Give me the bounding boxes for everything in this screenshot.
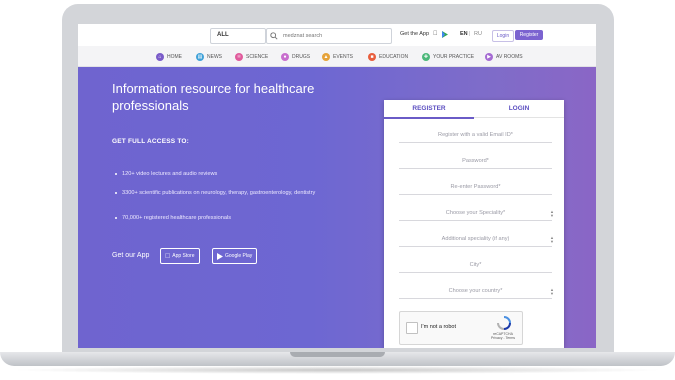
lang-en[interactable]: EN bbox=[460, 31, 468, 37]
nav-item-label: AV ROOMS bbox=[496, 53, 523, 60]
nav-item-label: HOME bbox=[167, 53, 182, 60]
nav-item-av-rooms[interactable]: ▶ AV ROOMS bbox=[485, 52, 523, 61]
country-select[interactable]: Choose your country* ▲ ▼ bbox=[399, 284, 554, 299]
register-button[interactable]: Register bbox=[515, 30, 543, 40]
nav-item-science[interactable]: ⚛ SCIENCE bbox=[235, 52, 268, 61]
hero-title: Information resource for healthcare prof… bbox=[112, 81, 315, 113]
nav-item-label: NEWS bbox=[207, 53, 222, 60]
app-store-label: App Store bbox=[167, 253, 194, 259]
science-icon: ⚛ bbox=[235, 52, 243, 61]
search-category-value: ALL bbox=[217, 32, 229, 38]
home-icon: ⌂ bbox=[156, 52, 164, 61]
confirm-password-field[interactable]: Re-enter Password* bbox=[399, 180, 552, 195]
country-placeholder: Choose your country* bbox=[448, 288, 503, 294]
recaptcha-icon bbox=[497, 316, 511, 330]
login-button[interactable]: Login bbox=[492, 30, 514, 42]
top-bar: ALL Get the App  EN | RU Login Register bbox=[78, 24, 596, 47]
list-item: 120+ video lectures and audio reviews bbox=[115, 170, 382, 178]
recaptcha-links[interactable]: Privacy - Terms bbox=[488, 336, 518, 340]
select-arrows-icon: ▲ ▼ bbox=[550, 235, 554, 244]
lang-ru[interactable]: RU bbox=[474, 31, 482, 37]
app-store-badge[interactable]:  App Store bbox=[160, 248, 200, 264]
drugs-icon: ● bbox=[281, 52, 289, 61]
nav-item-label: YOUR PRACTICE bbox=[433, 53, 475, 60]
google-play-icon bbox=[217, 252, 223, 260]
nav-item-drugs[interactable]: ● DRUGS bbox=[281, 52, 310, 61]
email-placeholder: Register with a valid Email ID* bbox=[438, 132, 513, 138]
lang-separator: | bbox=[469, 31, 471, 37]
select-arrows-icon: ▲ ▼ bbox=[550, 287, 554, 296]
speciality-placeholder: Choose your Speciality* bbox=[445, 210, 506, 216]
nav-item-news[interactable]: ▤ NEWS bbox=[196, 52, 222, 61]
main-nav: ⌂ HOME ▤ NEWS ⚛ SCIENCE ● DRUGS ▲ EVENTS… bbox=[78, 46, 596, 67]
password-field[interactable]: Password* bbox=[399, 154, 552, 169]
recaptcha-checkbox[interactable] bbox=[406, 322, 418, 334]
google-play-label: Google Play bbox=[225, 253, 253, 259]
recaptcha-widget: I'm not a robot reCAPTCHA Privacy - Term… bbox=[399, 311, 523, 345]
nav-item-label: DRUGS bbox=[292, 53, 311, 60]
search-category-select[interactable]: ALL bbox=[210, 28, 266, 44]
additional-speciality-select[interactable]: Additional speciality (if any) ▲ ▼ bbox=[399, 232, 554, 247]
city-placeholder: City* bbox=[469, 262, 482, 268]
practice-icon: ✚ bbox=[422, 52, 430, 61]
education-icon: ■ bbox=[368, 52, 376, 61]
events-icon: ▲ bbox=[322, 52, 330, 61]
recaptcha-label: I'm not a robot bbox=[421, 324, 456, 330]
nav-item-education[interactable]: ■ EDUCATION bbox=[368, 52, 408, 61]
search-icon bbox=[270, 32, 278, 40]
laptop-screen: ALL Get the App  EN | RU Login Register… bbox=[78, 24, 596, 348]
confirm-password-placeholder: Re-enter Password* bbox=[450, 184, 501, 190]
av-rooms-icon: ▶ bbox=[485, 52, 493, 61]
registration-form: REGISTER LOGIN Register with a valid Ema… bbox=[384, 100, 564, 348]
access-title: GET FULL ACCESS TO: bbox=[112, 138, 189, 145]
nav-item-label: SCIENCE bbox=[246, 53, 269, 60]
select-arrows-icon: ▲ ▼ bbox=[550, 209, 554, 218]
nav-item-label: EDUCATION bbox=[379, 53, 409, 60]
search-box bbox=[266, 28, 392, 44]
nav-item-events[interactable]: ▲ EVENTS bbox=[322, 52, 353, 61]
apple-icon[interactable]:  bbox=[433, 31, 438, 37]
email-field[interactable]: Register with a valid Email ID* bbox=[399, 128, 552, 143]
list-item: 70,000+ registered healthcare profession… bbox=[115, 214, 382, 222]
tab-login[interactable]: LOGIN bbox=[474, 100, 564, 118]
apple-icon:  bbox=[165, 253, 170, 260]
speciality-select[interactable]: Choose your Speciality* ▲ ▼ bbox=[399, 206, 554, 221]
password-placeholder: Password* bbox=[462, 158, 489, 164]
google-play-badge[interactable]: Google Play bbox=[212, 248, 258, 264]
laptop-shadow bbox=[10, 366, 665, 374]
get-app-label: Get the App bbox=[400, 31, 430, 37]
list-item: 3300+ scientific publications on neurolo… bbox=[115, 189, 362, 197]
search-input[interactable] bbox=[281, 30, 385, 42]
news-icon: ▤ bbox=[196, 52, 204, 61]
tab-register[interactable]: REGISTER bbox=[384, 100, 474, 119]
get-our-app-label: Get our App bbox=[112, 252, 150, 259]
nav-item-label: EVENTS bbox=[333, 53, 354, 60]
additional-speciality-placeholder: Additional speciality (if any) bbox=[441, 236, 510, 242]
city-field[interactable]: City* bbox=[399, 258, 552, 273]
nav-item-your-practice[interactable]: ✚ YOUR PRACTICE bbox=[422, 52, 474, 61]
google-play-icon[interactable] bbox=[442, 31, 448, 38]
laptop-notch bbox=[290, 352, 385, 357]
recaptcha-footer: reCAPTCHA Privacy - Terms bbox=[488, 332, 518, 340]
nav-item-home[interactable]: ⌂ HOME bbox=[156, 52, 182, 61]
